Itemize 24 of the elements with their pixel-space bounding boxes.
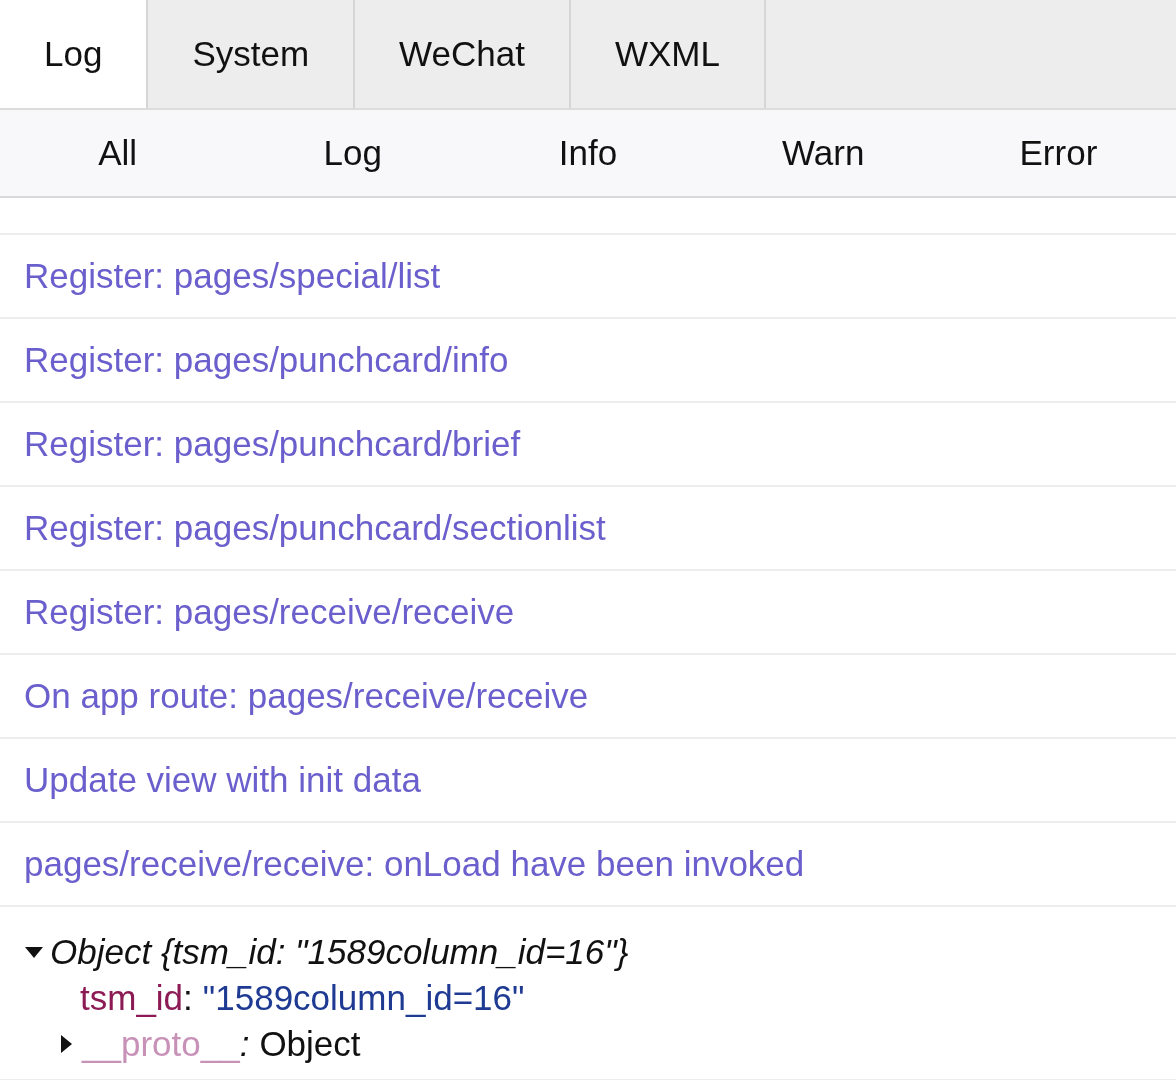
log-message: Register: pages/punchcard/brief (24, 424, 521, 464)
log-message: Update view with init data (24, 760, 421, 800)
filter-tab[interactable]: Info (558, 133, 618, 173)
proto-value: Object (259, 1024, 361, 1064)
property-value: "1589column_id=16" (202, 978, 525, 1018)
tab[interactable]: WXML (570, 0, 766, 108)
colon: : (183, 978, 193, 1018)
log-message: Register: pages/receive/receive (24, 592, 515, 632)
colon: : (239, 1024, 250, 1064)
filter-tab[interactable]: Log (323, 133, 382, 173)
log-message: Register: pages/punchcard/info (24, 340, 509, 380)
filter-tab[interactable]: All (98, 133, 138, 173)
filter-tab[interactable]: Error (1019, 133, 1098, 173)
filter-tab[interactable]: Warn (782, 133, 865, 173)
log-message: On app route: pages/receive/receive (24, 676, 589, 716)
log-message: pages/receive/receive: onLoad have been invoked (24, 844, 805, 884)
tab[interactable]: WeChat (355, 0, 571, 108)
log-message: Register: pages/punchcard/sectionlist (24, 508, 606, 548)
tab[interactable]: Log (0, 0, 149, 108)
log-message: Register: pages/special/list (24, 256, 441, 296)
property-key: tsm_id (80, 978, 184, 1018)
proto-key: __proto__ (82, 1024, 240, 1064)
tab[interactable]: System (148, 0, 356, 108)
object-summary: Object {tsm_id: "1589column_id=16"} (50, 932, 629, 972)
